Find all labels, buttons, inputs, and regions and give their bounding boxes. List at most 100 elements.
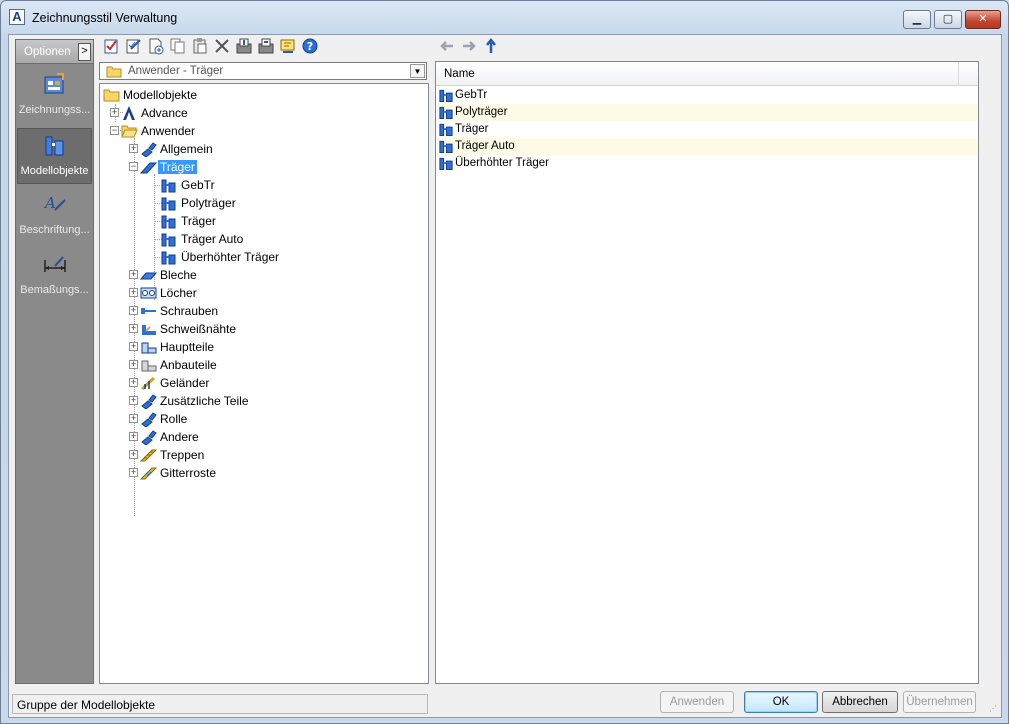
- bolt-icon: [141, 308, 156, 314]
- additional-parts-icon: [141, 394, 157, 409]
- apply-button[interactable]: Anwenden: [660, 691, 734, 713]
- expand-toggle[interactable]: +: [129, 342, 138, 351]
- expand-toggle[interactable]: +: [129, 324, 138, 333]
- expand-toggle[interactable]: +: [129, 414, 138, 423]
- expand-toggle[interactable]: +: [129, 144, 138, 153]
- dialog-window: A Zeichnungsstil Verwaltung ▁ ▢ ✕ Option…: [0, 0, 1009, 724]
- import-icon[interactable]: [235, 37, 253, 55]
- attached-parts-icon: [141, 360, 157, 372]
- expand-toggle[interactable]: +: [129, 468, 138, 477]
- forward-arrow-icon[interactable]: [460, 37, 478, 55]
- back-arrow-icon[interactable]: [438, 37, 456, 55]
- option-label: Bemaßungs...: [20, 284, 89, 296]
- navigation-bar: [434, 35, 514, 57]
- tree-label: Zusätzliche Teile: [160, 394, 249, 408]
- status-bar: Gruppe der Modellobjekte: [12, 694, 428, 714]
- cancel-button[interactable]: Abbrechen: [822, 691, 898, 713]
- list-item-label: Polyträger: [455, 106, 508, 118]
- new-icon[interactable]: [147, 37, 165, 55]
- copy-icon[interactable]: [169, 37, 187, 55]
- collapse-toggle[interactable]: −: [129, 162, 138, 171]
- collapse-toggle[interactable]: −: [110, 126, 119, 135]
- status-text: Gruppe der Modellobjekte: [17, 698, 156, 712]
- app-logo-icon: A: [9, 9, 25, 25]
- maximize-button[interactable]: ▢: [934, 10, 962, 29]
- resize-grip-icon[interactable]: ⋰: [989, 705, 999, 715]
- expand-toggle[interactable]: +: [129, 378, 138, 387]
- expand-toggle[interactable]: +: [110, 108, 119, 117]
- labeling-icon: A: [43, 194, 66, 212]
- expand-toggle[interactable]: +: [129, 432, 138, 441]
- expand-toggle[interactable]: +: [129, 288, 138, 297]
- option-model-objects[interactable]: Modellobjekte: [17, 128, 92, 184]
- title-bar: A Zeichnungsstil Verwaltung ▁ ▢ ✕: [1, 1, 1008, 35]
- expand-toggle[interactable]: +: [129, 270, 138, 279]
- toolbar: ?: [99, 35, 339, 57]
- beam-style-icon: [439, 140, 453, 154]
- options-panel: Optionen > Zeichnungss... Modellobjekte …: [15, 39, 94, 684]
- list-item-label: Träger Auto: [455, 140, 515, 152]
- main-parts-icon: [141, 342, 157, 354]
- up-arrow-icon[interactable]: [482, 37, 500, 55]
- tree-label: Schweißnähte: [160, 322, 237, 336]
- tree-label: Träger: [158, 160, 197, 174]
- check-icon[interactable]: [103, 37, 121, 55]
- option-label: Modellobjekte: [20, 165, 89, 177]
- holes-icon: [140, 287, 157, 299]
- expand-toggle[interactable]: +: [129, 360, 138, 369]
- other-parts-icon: [141, 430, 157, 445]
- expand-toggle[interactable]: +: [129, 396, 138, 405]
- general-parts-icon: [141, 142, 157, 157]
- model-objects-icon: [45, 136, 63, 156]
- option-label: Zeichnungss...: [18, 104, 91, 116]
- weld-icon: [142, 325, 156, 335]
- plate-icon: [140, 272, 157, 280]
- option-dimension[interactable]: Bemaßungs...: [17, 248, 92, 304]
- folder-icon: [103, 89, 120, 102]
- group-combo[interactable]: Anwender - Träger ▼: [99, 62, 427, 80]
- export-icon[interactable]: [257, 37, 275, 55]
- chevron-down-icon[interactable]: ▼: [410, 64, 425, 78]
- help-icon[interactable]: ?: [301, 37, 319, 55]
- expand-toggle[interactable]: +: [129, 450, 138, 459]
- option-drawing-styles[interactable]: Zeichnungss...: [17, 68, 92, 124]
- tree-label: Träger: [181, 214, 216, 228]
- list-item[interactable]: GebTr: [437, 87, 977, 104]
- stairs-icon: [140, 449, 157, 462]
- tree-label: Anwender: [141, 124, 196, 138]
- role-icon: [141, 412, 157, 427]
- update-icon[interactable]: [279, 37, 297, 55]
- tree-label: Überhöhter Träger: [181, 250, 280, 264]
- list-item-label: Träger: [455, 123, 489, 135]
- tree-label: Geländer: [160, 376, 210, 390]
- expand-toggle[interactable]: +: [129, 306, 138, 315]
- close-button[interactable]: ✕: [965, 10, 1001, 29]
- list-item-label: GebTr: [455, 89, 488, 101]
- beam-style-icon: [161, 197, 176, 211]
- tree-label: Andere: [160, 430, 199, 444]
- list-item[interactable]: Überhöhter Träger: [437, 155, 977, 172]
- beam-icon: [140, 162, 157, 174]
- paste-icon[interactable]: [191, 37, 209, 55]
- list-item[interactable]: Träger: [437, 121, 977, 138]
- grating-icon: [140, 467, 157, 480]
- options-expand-button[interactable]: >: [78, 43, 91, 61]
- edit-icon[interactable]: [125, 37, 143, 55]
- take-over-button[interactable]: Übernehmen: [903, 691, 976, 713]
- ok-button[interactable]: OK: [744, 691, 818, 713]
- folder-open-icon: [121, 125, 138, 138]
- list-item[interactable]: Polyträger: [437, 104, 977, 121]
- minimize-button[interactable]: ▁: [903, 10, 931, 29]
- beam-style-icon: [161, 179, 176, 193]
- tree-label: GebTr: [181, 178, 215, 192]
- tree-label: Anbauteile: [160, 358, 217, 372]
- svg-text:?: ?: [307, 40, 313, 53]
- tree-label: Treppen: [160, 448, 205, 462]
- option-label: Beschriftung...: [19, 224, 90, 236]
- tree-label: Advance: [141, 106, 188, 120]
- style-list: Name GebTr Polyträger Träger Träger Auto: [435, 61, 979, 684]
- column-header-name[interactable]: Name: [436, 62, 959, 86]
- delete-icon[interactable]: [213, 37, 231, 55]
- option-labeling[interactable]: A Beschriftung...: [17, 188, 92, 244]
- list-item[interactable]: Träger Auto: [437, 138, 977, 155]
